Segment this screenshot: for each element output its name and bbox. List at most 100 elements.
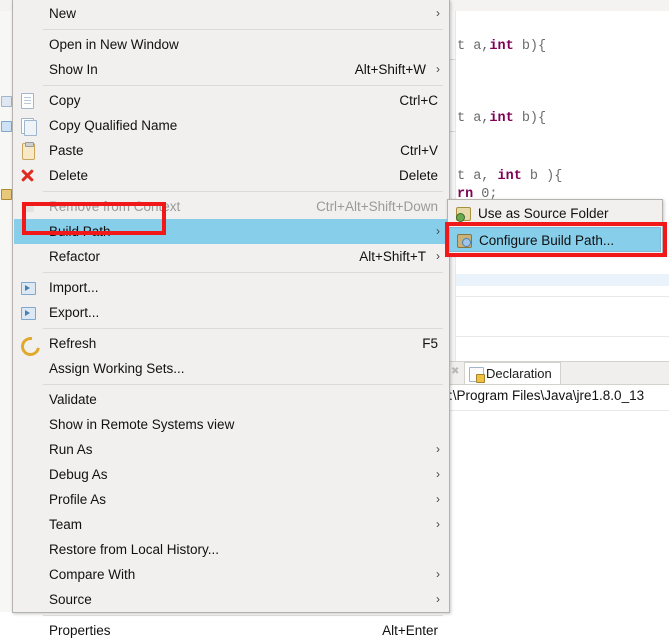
- menu-item-copy-qualified-name[interactable]: Copy Qualified Name: [14, 113, 448, 138]
- chevron-right-icon: ›: [436, 567, 440, 581]
- menu-separator: [43, 191, 443, 192]
- menu-item-label: Open in New Window: [49, 37, 179, 52]
- menu-item-label: Refresh: [49, 336, 97, 351]
- chevron-right-icon: ›: [436, 6, 440, 20]
- configure-build-path-icon: [455, 232, 472, 249]
- menu-separator: [43, 29, 443, 30]
- menu-item-label: Properties: [49, 623, 111, 638]
- menu-item-source[interactable]: Source ›: [14, 587, 448, 612]
- menu-item-accelerator: Delete: [398, 168, 438, 183]
- menu-item-paste[interactable]: Paste Ctrl+V: [14, 138, 448, 163]
- submenu-item-label: Configure Build Path...: [479, 233, 615, 248]
- tab-declaration[interactable]: Declaration: [464, 362, 561, 384]
- remove-from-context-icon: [19, 198, 36, 215]
- menu-item-label: Team: [49, 517, 83, 532]
- export-icon: [19, 304, 36, 321]
- menu-item-accelerator: Ctrl+Alt+Shift+Down: [316, 199, 438, 214]
- menu-item-team[interactable]: Team ›: [14, 512, 448, 537]
- declaration-view[interactable]: ✖ Declaration :\Program Files\Java\jre1.…: [448, 361, 669, 612]
- chevron-right-icon: ›: [436, 224, 440, 238]
- import-icon: [19, 279, 36, 296]
- source-folder-icon: [454, 205, 471, 222]
- paste-icon: [19, 142, 36, 160]
- delete-icon: [19, 167, 36, 184]
- close-icon[interactable]: ✖: [451, 367, 460, 377]
- chevron-right-icon: ›: [436, 592, 440, 606]
- menu-item-accelerator: Ctrl+C: [399, 93, 438, 108]
- menu-separator: [43, 384, 443, 385]
- menu-item-label: Refactor: [49, 249, 101, 264]
- menu-separator: [43, 328, 443, 329]
- menu-item-label: Paste: [49, 143, 84, 158]
- menu-item-label: Compare With: [49, 567, 136, 582]
- editor-highlighted-row: [456, 274, 669, 286]
- chevron-right-icon: ›: [436, 249, 440, 263]
- menu-item-label: Delete: [49, 168, 89, 183]
- menu-item-new[interactable]: New ›: [14, 1, 448, 26]
- menu-item-open-in-new-window[interactable]: Open in New Window: [14, 32, 448, 57]
- chevron-right-icon: ›: [436, 467, 440, 481]
- copy-qualified-name-icon: [19, 117, 37, 136]
- submenu-item-use-as-source-folder[interactable]: Use as Source Folder: [449, 201, 661, 226]
- menu-item-accelerator: Alt+Shift+W: [354, 62, 426, 77]
- menu-item-compare-with[interactable]: Compare With ›: [14, 562, 448, 587]
- menu-separator: [43, 85, 443, 86]
- code-line: t a,int b){: [457, 39, 547, 54]
- tab-declaration-label: Declaration: [486, 366, 552, 381]
- menu-item-label: Show In: [49, 62, 98, 77]
- menu-item-accelerator: F5: [422, 336, 438, 351]
- menu-item-delete[interactable]: Delete Delete: [14, 163, 448, 188]
- build-path-submenu[interactable]: Use as Source Folder Configure Build Path…: [447, 199, 663, 255]
- menu-item-accelerator: Alt+Shift+T: [359, 249, 426, 264]
- declaration-path-text: :\Program Files\Java\jre1.8.0_13: [449, 388, 645, 403]
- code-editor-area[interactable]: t a,int b){ t a,int b){ t a, int b ){ rn…: [448, 11, 669, 361]
- menu-item-properties[interactable]: Properties Alt+Enter: [14, 618, 448, 643]
- menu-item-accelerator: Alt+Enter: [382, 623, 438, 638]
- rail-icon-class[interactable]: [1, 121, 12, 132]
- menu-item-debug-as[interactable]: Debug As ›: [14, 462, 448, 487]
- menu-item-label: Copy Qualified Name: [49, 118, 178, 133]
- menu-item-show-in-remote-systems-view[interactable]: Show in Remote Systems view: [14, 412, 448, 437]
- menu-item-build-path[interactable]: Build Path ›: [14, 219, 448, 244]
- chevron-right-icon: ›: [436, 517, 440, 531]
- menu-item-label: Source: [49, 592, 92, 607]
- menu-item-label: Export...: [49, 305, 100, 320]
- menu-item-refactor[interactable]: Refactor Alt+Shift+T ›: [14, 244, 448, 269]
- menu-item-import[interactable]: Import...: [14, 275, 448, 300]
- menu-item-label: Remove from Context: [49, 199, 181, 214]
- menu-item-refresh[interactable]: Refresh F5: [14, 331, 448, 360]
- menu-item-assign-working-sets[interactable]: Assign Working Sets...: [14, 356, 448, 381]
- menu-item-label: Run As: [49, 442, 93, 457]
- menu-item-export[interactable]: Export...: [14, 300, 448, 325]
- menu-item-run-as[interactable]: Run As ›: [14, 437, 448, 462]
- menu-separator: [43, 272, 443, 273]
- menu-item-label: Profile As: [49, 492, 107, 507]
- project-explorer-context-menu[interactable]: New › Open in New Window Show In Alt+Shift+W…: [12, 0, 450, 638]
- code-line: t a,int b){: [457, 111, 547, 126]
- menu-item-label: Restore from Local History...: [49, 542, 220, 557]
- submenu-item-label: Use as Source Folder: [478, 206, 609, 221]
- declaration-icon: [469, 367, 485, 383]
- menu-item-accelerator: Ctrl+V: [400, 143, 438, 158]
- menu-separator: [43, 615, 443, 616]
- menu-item-label: Import...: [49, 280, 99, 295]
- menu-item-label: Assign Working Sets...: [49, 361, 185, 376]
- rail-icon-package[interactable]: [1, 96, 12, 107]
- menu-item-label: Show in Remote Systems view: [49, 417, 235, 432]
- copy-icon: [19, 92, 36, 109]
- menu-item-label: New: [49, 6, 77, 21]
- rail-icon-folder[interactable]: [1, 189, 12, 200]
- menu-item-label: Debug As: [49, 467, 108, 482]
- menu-item-copy[interactable]: Copy Ctrl+C: [14, 88, 448, 113]
- submenu-item-configure-build-path[interactable]: Configure Build Path...: [449, 227, 661, 252]
- view-tabbar: ✖ Declaration: [448, 362, 669, 385]
- menu-item-remove-from-context: Remove from Context Ctrl+Alt+Shift+Down: [14, 194, 448, 219]
- chevron-right-icon: ›: [436, 492, 440, 506]
- menu-item-show-in[interactable]: Show In Alt+Shift+W ›: [14, 57, 448, 82]
- menu-item-label: Build Path: [49, 224, 111, 239]
- code-line: t a, int b ){: [457, 169, 563, 184]
- menu-item-validate[interactable]: Validate: [14, 387, 448, 412]
- menu-item-label: Validate: [49, 392, 97, 407]
- menu-item-profile-as[interactable]: Profile As ›: [14, 487, 448, 512]
- menu-item-restore-from-local-history[interactable]: Restore from Local History...: [14, 537, 448, 562]
